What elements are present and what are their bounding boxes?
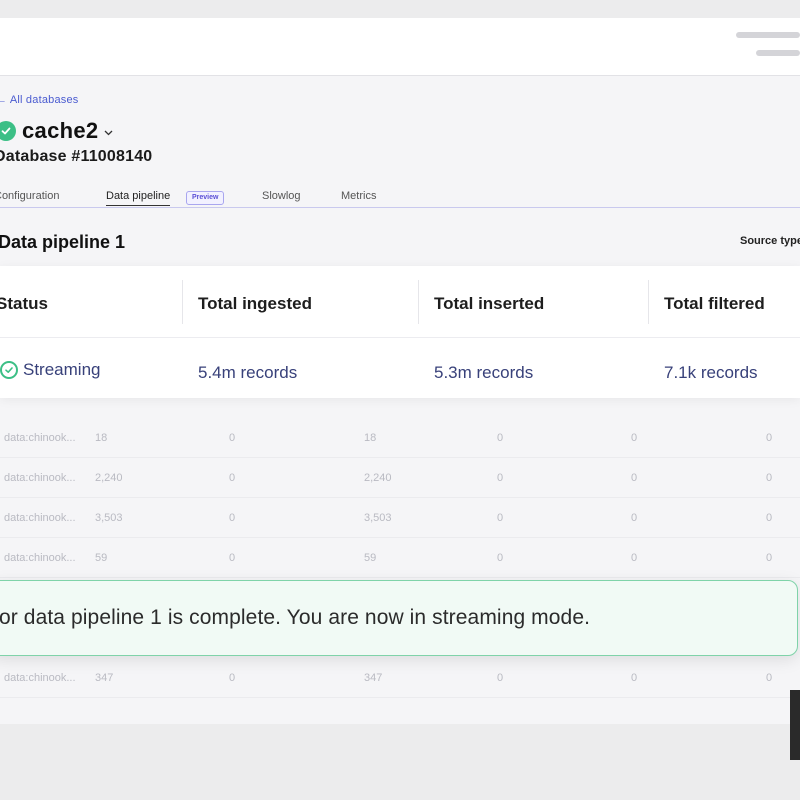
table-cell: 0 xyxy=(631,472,638,484)
menu-lines-icon[interactable] xyxy=(736,32,800,62)
table-cell: 0 xyxy=(631,672,638,684)
table-row[interactable]: data:chinook... 3,503 0 3,503 0 0 0 xyxy=(0,498,800,538)
table-row[interactable]: data:chinook... 347 0 347 0 0 0 xyxy=(0,658,800,698)
page-footer-area xyxy=(0,724,800,800)
breadcrumb-all-databases[interactable]: ← All databases xyxy=(0,94,79,106)
stats-header: Status Total ingested Total inserted Tot… xyxy=(0,266,800,338)
status-value: Streaming xyxy=(0,360,100,380)
status-text: Streaming xyxy=(23,360,101,379)
scrollbar-edge[interactable] xyxy=(790,690,800,760)
table-cell: 0 xyxy=(229,472,236,484)
tab-configuration[interactable]: Configuration xyxy=(0,190,59,202)
table-cell: 59 xyxy=(364,552,377,564)
ingested-value: 5.4m records xyxy=(198,363,298,382)
inserted-value: 5.3m records xyxy=(434,363,534,382)
table-cell: 0 xyxy=(766,552,773,564)
table-row[interactable]: data:chinook... 59 0 59 0 0 0 xyxy=(0,538,800,578)
table-cell: 0 xyxy=(497,472,504,484)
table-row[interactable]: data:chinook... 18 0 18 0 0 0 xyxy=(0,418,800,458)
table-cell: 0 xyxy=(497,512,504,524)
header-total-inserted: Total inserted xyxy=(434,294,545,313)
header-total-ingested: Total ingested xyxy=(198,294,312,313)
tab-data-pipeline[interactable]: Data pipeline xyxy=(106,190,171,206)
table-cell: 0 xyxy=(229,672,236,684)
tab-slowlog[interactable]: Slowlog xyxy=(262,190,301,202)
table-cell: 0 xyxy=(229,432,236,444)
tab-metrics[interactable]: Metrics xyxy=(341,190,376,202)
table-cell: 59 xyxy=(95,552,108,564)
table-cell: 0 xyxy=(631,552,638,564)
pipeline-stats-card: Status Total ingested Total inserted Tot… xyxy=(0,266,800,398)
table-cell: 0 xyxy=(766,672,773,684)
table-cell: 347 xyxy=(364,672,383,684)
table-cell: 0 xyxy=(766,432,773,444)
table-cell: 2,240 xyxy=(95,472,123,484)
table-cell: 347 xyxy=(95,672,114,684)
preview-badge: Preview xyxy=(186,191,225,205)
pipeline-title: Data pipeline 1 xyxy=(0,232,126,252)
source-type-label: Source type xyxy=(740,235,800,247)
table-cell: data:chinook... xyxy=(4,472,76,484)
table-cell: 18 xyxy=(95,432,108,444)
table-cell: data:chinook... xyxy=(4,552,76,564)
table-cell: 0 xyxy=(229,552,236,564)
header-status: Status xyxy=(0,294,48,313)
top-bar xyxy=(0,18,800,76)
table-cell: 0 xyxy=(766,512,773,524)
success-toast[interactable]: or data pipeline 1 is complete. You are … xyxy=(0,580,798,656)
table-cell: 0 xyxy=(497,432,504,444)
database-name: cache2 xyxy=(22,118,99,143)
header-total-filtered: Total filtered xyxy=(664,294,765,313)
table-row[interactable]: data:chinook... 2,240 0 2,240 0 0 0 xyxy=(0,458,800,498)
database-id: Database #11008140 xyxy=(0,148,153,165)
check-circle-icon xyxy=(0,361,18,379)
table-cell: 0 xyxy=(631,432,638,444)
table-cell: 0 xyxy=(497,672,504,684)
table-cell: 0 xyxy=(766,472,773,484)
table-cell: 2,240 xyxy=(364,472,392,484)
database-title-row: cache2 xyxy=(0,118,113,144)
table-cell: data:chinook... xyxy=(4,672,76,684)
table-cell: data:chinook... xyxy=(4,432,76,444)
table-cell: 0 xyxy=(631,512,638,524)
check-circle-icon xyxy=(0,121,16,141)
tab-data-pipeline-label: Data pipeline xyxy=(106,190,171,202)
table-cell: 0 xyxy=(497,552,504,564)
table-cell: 3,503 xyxy=(95,512,123,524)
table-cell: 3,503 xyxy=(364,512,392,524)
chevron-down-icon[interactable] xyxy=(104,127,113,139)
tab-bar: Configuration Data pipeline Preview Slow… xyxy=(0,182,800,208)
app-canvas: ← All databases cache2 Database #1100814… xyxy=(0,0,800,800)
filtered-value: 7.1k records xyxy=(664,363,758,382)
table-cell: data:chinook... xyxy=(4,512,76,524)
toast-message: or data pipeline 1 is complete. You are … xyxy=(0,606,591,629)
table-cell: 0 xyxy=(229,512,236,524)
table-cell: 18 xyxy=(364,432,377,444)
